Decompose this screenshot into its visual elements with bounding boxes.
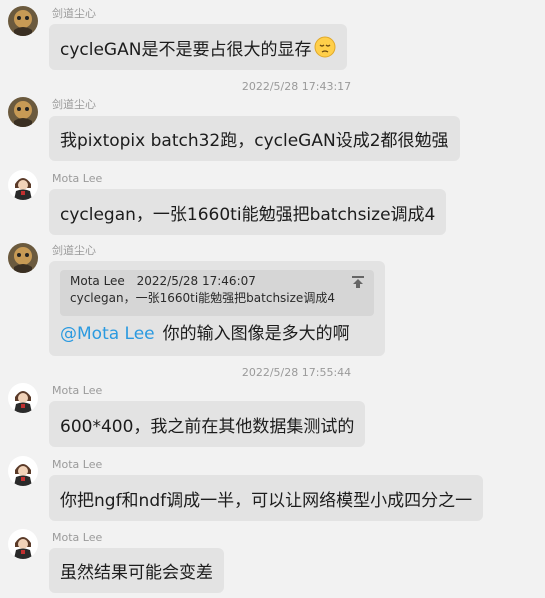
quote-author: Mota Lee xyxy=(70,274,125,288)
message-text: cyclegan，一张1660ti能勉强把batchsize调成4 xyxy=(60,204,436,225)
sender-name: Mota Lee xyxy=(52,384,103,397)
message-text: 你把ngf和ndf调成一半，可以让网络模型小成四分之一 xyxy=(60,490,473,511)
sender-name: Mota Lee xyxy=(52,172,103,185)
avatar-mota-lee[interactable] xyxy=(8,529,38,559)
sender-name: 剑道尘心 xyxy=(52,7,96,20)
sender-name: 剑道尘心 xyxy=(52,98,96,111)
mention-link[interactable]: @Mota Lee xyxy=(60,324,155,344)
quote-time: 2022/5/28 17:46:07 xyxy=(136,274,256,288)
message-text: 虽然结果可能会变差 xyxy=(60,563,213,583)
message-bubble[interactable]: cyclegan，一张1660ti能勉强把batchsize调成4 xyxy=(49,189,447,235)
message-bubble[interactable]: 你把ngf和ndf调成一半，可以让网络模型小成四分之一 xyxy=(49,475,484,521)
message-bubble[interactable]: cycleGAN是不是要占很大的显存 xyxy=(49,24,348,70)
avatar-mota-lee[interactable] xyxy=(8,170,38,200)
message-bubble[interactable]: 600*400，我之前在其他数据集测试的 xyxy=(49,401,366,447)
message-text: 我pixtopix batch32跑，cycleGAN设成2都很勉强 xyxy=(60,131,449,151)
sender-name: 剑道尘心 xyxy=(52,244,96,257)
sender-name: Mota Lee xyxy=(52,458,103,471)
pensive-face-emoji xyxy=(314,36,336,58)
timestamp: 2022/5/28 17:43:17 xyxy=(241,80,352,93)
quote-text: cyclegan，一张1660ti能勉强把batchsize调成4 xyxy=(70,291,335,305)
message-text: cycleGAN是不是要占很大的显存 xyxy=(60,39,312,60)
avatar-jiandao[interactable] xyxy=(8,97,38,127)
message-bubble[interactable]: 虽然结果可能会变差 xyxy=(49,548,224,593)
timestamp: 2022/5/28 17:55:44 xyxy=(241,366,352,379)
message-bubble[interactable]: 我pixtopix batch32跑，cycleGAN设成2都很勉强 xyxy=(49,116,460,161)
avatar-mota-lee[interactable] xyxy=(8,383,38,413)
avatar-jiandao[interactable] xyxy=(8,6,38,36)
message-text: 600*400，我之前在其他数据集测试的 xyxy=(60,416,355,437)
sender-name: Mota Lee xyxy=(52,531,103,544)
jump-to-original-icon[interactable] xyxy=(351,275,365,289)
avatar-mota-lee[interactable] xyxy=(8,456,38,486)
quoted-message[interactable]: Mota Lee 2022/5/28 17:46:07 cyclegan，一张1… xyxy=(60,270,374,316)
message-text: 你的输入图像是多大的啊 xyxy=(162,324,350,344)
avatar-jiandao[interactable] xyxy=(8,243,38,273)
